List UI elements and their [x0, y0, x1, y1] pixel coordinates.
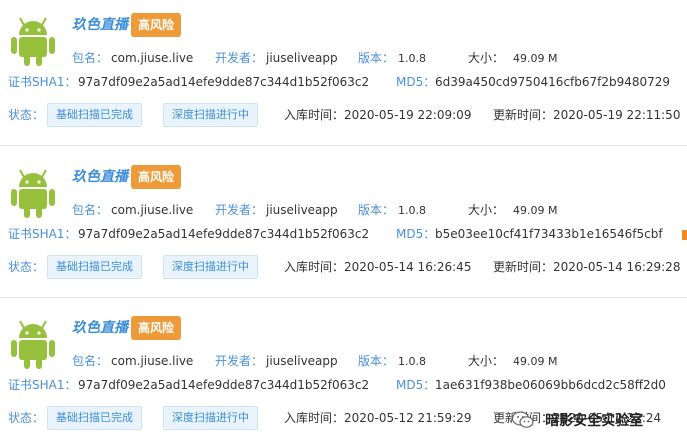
status-label: 状态： — [8, 260, 45, 274]
android-icon — [11, 320, 55, 369]
import-time-label: 入库时间： — [284, 260, 345, 274]
overflow-marker — [682, 230, 687, 240]
deep-scan-status-button[interactable]: 深度扫描进行中 — [163, 103, 258, 127]
import-time-value: 2020-05-19 22:09:09 — [344, 108, 472, 122]
android-icon — [11, 169, 55, 218]
package-value: com.jiuse.live — [111, 354, 194, 368]
size-label: 大小： — [468, 203, 505, 217]
sha1-value: 97a7df09e2a5ad14efe9dde87c344d1b52f063c2 — [78, 378, 370, 392]
size-value: 49.09 M — [513, 355, 558, 368]
sha1-value: 97a7df09e2a5ad14efe9dde87c344d1b52f063c2 — [78, 227, 370, 241]
md5-label: MD5： — [396, 75, 436, 89]
size-label: 大小： — [468, 354, 505, 368]
risk-badge: 高风险 — [131, 165, 182, 189]
basic-scan-status-button[interactable]: 基础扫描已完成 — [47, 406, 142, 430]
risk-badge: 高风险 — [131, 316, 182, 340]
card-divider — [0, 297, 687, 298]
sha1-label: 证书SHA1： — [8, 75, 77, 89]
developer-label: 开发者： — [215, 354, 264, 368]
developer-value: jiuseliveapp — [266, 51, 338, 65]
package-value: com.jiuse.live — [111, 51, 194, 65]
package-label: 包名： — [72, 51, 109, 65]
update-time-label: 更新时间： — [493, 108, 554, 122]
import-time-value: 2020-05-14 16:26:45 — [344, 260, 472, 274]
sha1-value: 97a7df09e2a5ad14efe9dde87c344d1b52f063c2 — [78, 75, 370, 89]
watermark-text: 暗影安全实验室 — [545, 412, 644, 429]
package-label: 包名： — [72, 203, 109, 217]
version-label: 版本： — [358, 354, 395, 368]
watermark: 暗影安全实验室 — [512, 409, 643, 431]
card-divider — [0, 145, 687, 146]
risk-badge: 高风险 — [131, 13, 182, 37]
md5-label: MD5： — [396, 227, 436, 241]
sha1-label: 证书SHA1： — [8, 227, 77, 241]
update-time-label: 更新时间： — [493, 260, 554, 274]
md5-value: b5e03ee10cf41f73433b1e16546f5cbf — [435, 227, 663, 241]
update-time-value: 2020-05-14 16:29:28 — [553, 260, 681, 274]
wechat-icon — [512, 410, 534, 428]
version-value: 1.0.8 — [398, 204, 426, 217]
developer-label: 开发者： — [215, 51, 264, 65]
import-time-label: 入库时间： — [284, 108, 345, 122]
size-value: 49.09 M — [513, 204, 558, 217]
basic-scan-status-button[interactable]: 基础扫描已完成 — [47, 255, 142, 279]
app-card: 玖色直播 高风险 包名： com.jiuse.live 开发者： jiuseli… — [0, 152, 687, 297]
deep-scan-status-button[interactable]: 深度扫描进行中 — [163, 255, 258, 279]
package-value: com.jiuse.live — [111, 203, 194, 217]
app-name[interactable]: 玖色直播 — [72, 16, 128, 34]
version-value: 1.0.8 — [398, 355, 426, 368]
android-icon — [11, 17, 55, 66]
sha1-label: 证书SHA1： — [8, 378, 77, 392]
version-value: 1.0.8 — [398, 52, 426, 65]
package-label: 包名： — [72, 354, 109, 368]
basic-scan-status-button[interactable]: 基础扫描已完成 — [47, 103, 142, 127]
import-time-value: 2020-05-12 21:59:29 — [344, 411, 472, 425]
version-label: 版本： — [358, 203, 395, 217]
developer-value: jiuseliveapp — [266, 203, 338, 217]
size-label: 大小： — [468, 51, 505, 65]
app-list: 玖色直播 高风险 包名： com.jiuse.live 开发者： jiuseli… — [0, 0, 687, 448]
status-label: 状态： — [8, 108, 45, 122]
app-name[interactable]: 玖色直播 — [72, 319, 128, 337]
developer-label: 开发者： — [215, 203, 264, 217]
app-card: 玖色直播 高风险 包名： com.jiuse.live 开发者： jiuseli… — [0, 0, 687, 145]
md5-value: 6d39a450cd9750416cfb67f2b9480729 — [435, 75, 671, 89]
update-time-value: 2020-05-19 22:11:50 — [553, 108, 681, 122]
deep-scan-status-button[interactable]: 深度扫描进行中 — [163, 406, 258, 430]
version-label: 版本： — [358, 51, 395, 65]
status-label: 状态： — [8, 411, 45, 425]
app-name[interactable]: 玖色直播 — [72, 168, 128, 186]
import-time-label: 入库时间： — [284, 411, 345, 425]
size-value: 49.09 M — [513, 52, 558, 65]
md5-label: MD5： — [396, 378, 436, 392]
md5-value: 1ae631f938be06069bb6dcd2c58ff2d0 — [435, 378, 666, 392]
developer-value: jiuseliveapp — [266, 354, 338, 368]
